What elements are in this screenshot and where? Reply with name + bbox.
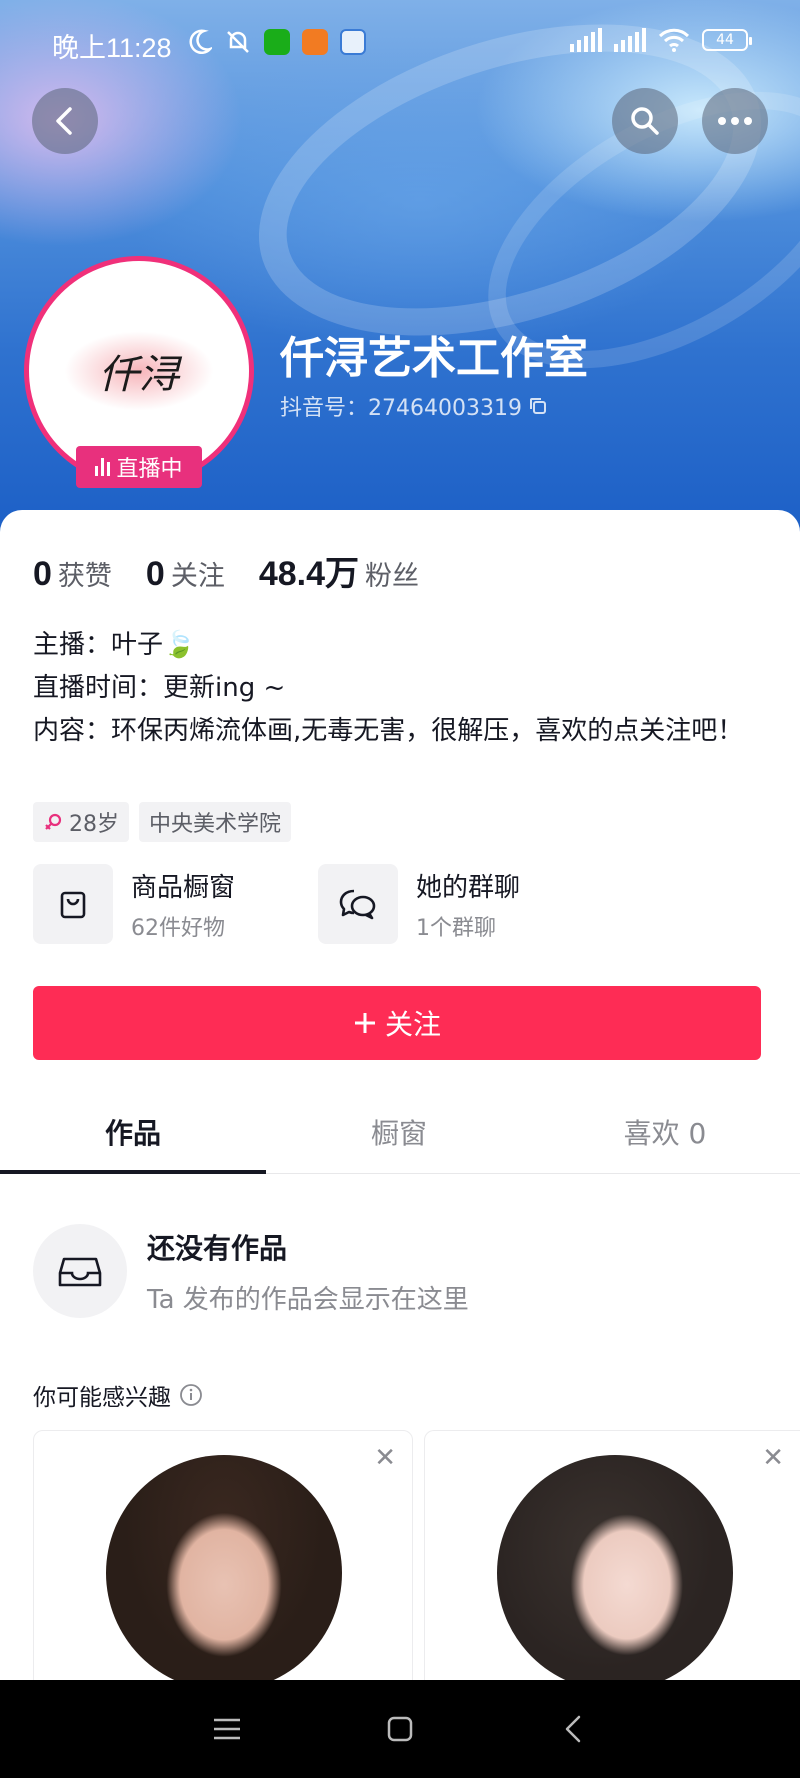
battery-icon: 44 <box>702 29 752 51</box>
more-dots-icon <box>718 117 752 125</box>
tab-works[interactable]: 作品 <box>0 1094 266 1174</box>
chat-bubbles-icon <box>339 889 376 920</box>
stat-followers[interactable]: 48.4万 粉丝 <box>259 546 419 595</box>
home-square-icon <box>387 1716 413 1742</box>
female-icon <box>45 813 62 830</box>
suggestion-avatar <box>497 1455 733 1689</box>
feature-title: 商品橱窗 <box>131 872 236 903</box>
status-time: 晚上11:28 <box>52 33 172 63</box>
message-app-icon <box>340 29 366 55</box>
suggestions-title: 你可能感兴趣 <box>33 1385 171 1411</box>
status-bar: 晚上11:28 44 <box>0 0 800 88</box>
system-nav-bar <box>0 1680 800 1778</box>
search-button[interactable] <box>612 88 678 154</box>
shopping-bag-icon <box>60 891 86 919</box>
profile-stats: 0 获赞 0 关注 48.4万 粉丝 <box>33 546 453 595</box>
bio-line: 直播时间：更新ing ~ <box>33 673 286 703</box>
stat-following[interactable]: 0 关注 <box>146 554 225 594</box>
status-system-icons: 44 <box>570 28 752 52</box>
avatar-image: 仟浔 <box>35 267 243 475</box>
live-badge[interactable]: 直播中 <box>76 446 202 488</box>
inbox-tray-icon <box>58 1257 102 1287</box>
stat-value: 48.4万 <box>258 555 360 593</box>
search-icon <box>631 107 659 135</box>
empty-state: 还没有作品 Ta 发布的作品会显示在这里 <box>33 1224 469 1318</box>
cell-signal-icon <box>570 28 602 52</box>
account-id-row[interactable]: 抖音号：27464003319 <box>280 390 548 422</box>
tag-age: 28岁 <box>33 802 129 842</box>
feature-icon-box <box>318 864 398 944</box>
group-chat-entry[interactable]: 她的群聊 1个群聊 <box>318 864 563 944</box>
status-notification-icons <box>188 28 366 56</box>
close-icon[interactable]: ✕ <box>374 1445 396 1471</box>
feature-subtitle: 62件好物 <box>131 915 225 941</box>
profile-features: 商品橱窗 62件好物 她的群聊 1个群聊 <box>33 864 563 944</box>
plus-icon <box>354 1013 375 1033</box>
tag-label: 28岁 <box>69 812 119 837</box>
stat-label: 关注 <box>170 561 225 592</box>
home-button[interactable] <box>370 1699 430 1759</box>
copy-icon <box>529 398 546 414</box>
wechat-icon <box>264 29 290 55</box>
stat-label: 获赞 <box>57 561 112 592</box>
empty-icon-circle <box>33 1224 127 1318</box>
info-icon[interactable] <box>179 1383 203 1407</box>
menu-icon <box>213 1718 240 1740</box>
suggestions-header: 你可能感兴趣 <box>33 1378 203 1412</box>
back-button[interactable] <box>32 88 98 154</box>
bio-line: 内容：环保丙烯流体画,无毒无害，很解压，喜欢的点关注吧！ <box>33 716 744 746</box>
live-bars-icon <box>95 458 111 476</box>
stat-likes[interactable]: 0 获赞 <box>33 554 112 594</box>
profile-tags: 28岁 中央美术学院 <box>33 802 292 842</box>
feature-icon-box <box>33 864 113 944</box>
profile-bio: 主播：叶子🍃 直播时间：更新ing ~ 内容：环保丙烯流体画,无毒无害，很解压，… <box>33 624 773 753</box>
account-id: 抖音号：27464003319 <box>280 396 522 421</box>
live-badge-label: 直播中 <box>116 457 183 482</box>
stat-value: 0 <box>33 555 52 593</box>
app-notification-icon <box>302 29 328 55</box>
suggestion-avatar <box>106 1455 342 1689</box>
empty-title: 还没有作品 <box>147 1231 288 1265</box>
follow-button[interactable]: 关注 <box>33 986 761 1060</box>
back-nav-button[interactable] <box>543 1699 603 1759</box>
feature-title: 她的群聊 <box>416 872 521 903</box>
chevron-left-icon <box>56 107 72 135</box>
mute-bell-icon <box>227 31 249 53</box>
suggestion-card[interactable]: ✕ <box>424 1430 800 1690</box>
menu-button[interactable] <box>197 1699 257 1759</box>
chevron-left-icon <box>566 1715 581 1743</box>
profile-tabs: 作品 橱窗 喜欢 0 <box>0 1094 800 1174</box>
tag-label: 中央美术学院 <box>149 812 282 837</box>
follow-button-label: 关注 <box>384 1009 441 1040</box>
tag-school: 中央美术学院 <box>139 802 292 842</box>
profile-name: 仟浔艺术工作室 <box>280 333 588 384</box>
moon-icon <box>189 29 212 54</box>
suggestion-card[interactable]: ✕ <box>33 1430 413 1690</box>
avatar-logo-text: 仟浔 <box>99 352 179 398</box>
tab-likes[interactable]: 喜欢 0 <box>532 1094 798 1173</box>
feature-subtitle: 1个群聊 <box>416 915 496 941</box>
empty-subtitle: Ta 发布的作品会显示在这里 <box>147 1284 469 1315</box>
wifi-icon <box>658 28 690 52</box>
close-icon[interactable]: ✕ <box>762 1445 784 1471</box>
stat-value: 0 <box>145 555 165 593</box>
cell-signal-icon <box>614 28 646 52</box>
shop-window-entry[interactable]: 商品橱窗 62件好物 <box>33 864 278 944</box>
stat-label: 粉丝 <box>365 561 420 592</box>
bio-line: 主播：叶子🍃 <box>33 630 196 660</box>
more-options-button[interactable] <box>702 88 768 154</box>
tab-shop-window[interactable]: 橱窗 <box>266 1094 532 1173</box>
